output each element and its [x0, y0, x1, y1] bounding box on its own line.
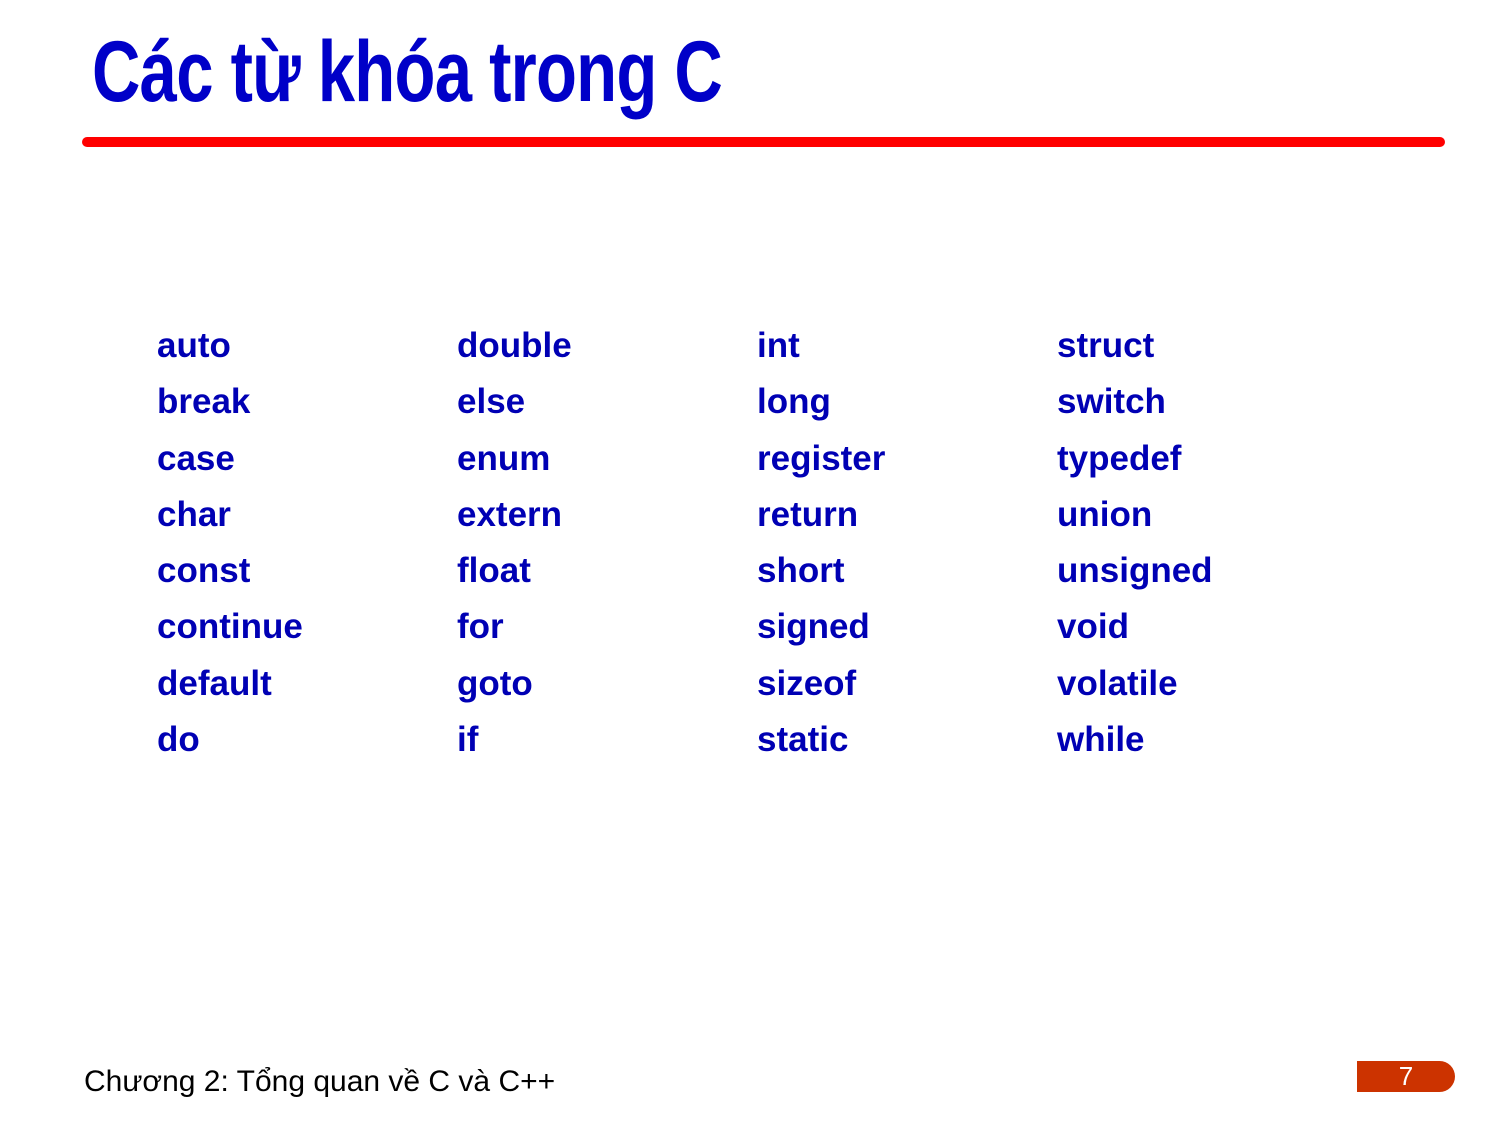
- keyword-item: void: [1057, 607, 1129, 647]
- keyword-item: for: [457, 607, 504, 647]
- slide-title: Các từ khóa trong C: [92, 24, 723, 120]
- keyword-item: sizeof: [757, 663, 857, 703]
- keyword-item: goto: [457, 663, 533, 703]
- keyword-item: volatile: [1057, 663, 1178, 703]
- keyword-item: enum: [457, 438, 551, 478]
- keyword-item: do: [157, 720, 200, 760]
- keyword-item: while: [1057, 720, 1145, 760]
- keyword-item: extern: [457, 494, 563, 534]
- keyword-item: if: [457, 720, 479, 760]
- keyword-item: switch: [1057, 382, 1166, 422]
- keyword-item: struct: [1057, 326, 1155, 365]
- keyword-item: short: [757, 551, 845, 591]
- keyword-item: default: [157, 663, 272, 703]
- keyword-item: unsigned: [1057, 551, 1213, 591]
- keyword-item: int: [757, 326, 800, 365]
- keyword-item: double: [457, 326, 572, 365]
- keyword-table: auto double int struct break else long switch ca…: [157, 318, 1357, 768]
- keyword-item: signed: [757, 607, 870, 647]
- footer-chapter-label: Chương 2: Tổng quan về C và C++: [84, 1065, 556, 1098]
- keyword-item: continue: [157, 607, 303, 647]
- keyword-item: typedef: [1057, 438, 1182, 478]
- keyword-item: break: [157, 382, 251, 422]
- keyword-item: long: [757, 382, 831, 422]
- keyword-item: auto: [157, 326, 231, 365]
- keyword-item: const: [157, 551, 251, 591]
- keyword-item: float: [457, 551, 531, 591]
- keyword-item: union: [1057, 494, 1153, 534]
- page-number-badge: 7: [1357, 1061, 1455, 1092]
- keyword-item: return: [757, 494, 859, 534]
- title-underline-divider: [82, 137, 1445, 147]
- keyword-item: register: [757, 438, 886, 478]
- keyword-item: case: [157, 438, 235, 478]
- keyword-item: char: [157, 494, 231, 534]
- keyword-item: else: [457, 382, 526, 422]
- keyword-item: static: [757, 720, 849, 760]
